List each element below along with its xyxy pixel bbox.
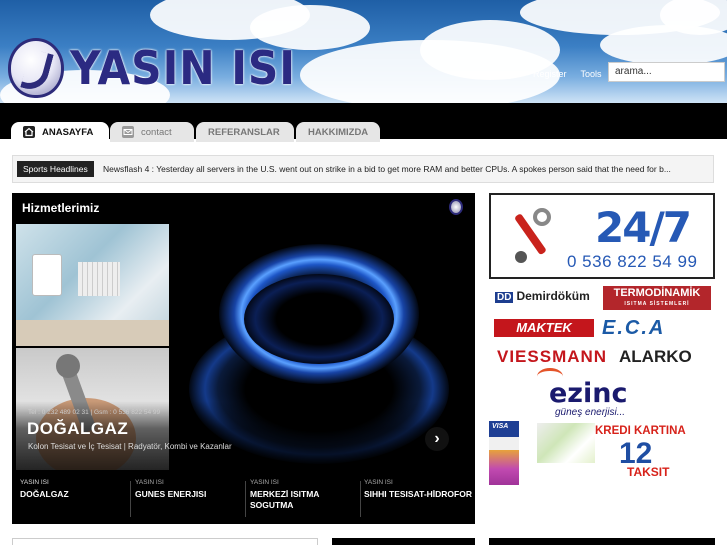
site-logo[interactable]: YASIN ISI	[8, 38, 316, 98]
site-header: YASIN ISI Login Register Tools arama...	[0, 0, 727, 103]
next-slide-button[interactable]: ›	[425, 427, 449, 451]
slide-title: MERKEZİ ISITMA SOGUTMA	[250, 489, 320, 510]
credit-line3: TAKSIT	[627, 465, 670, 479]
tab-label: contact	[141, 126, 172, 138]
demirdokum-mark-icon: DD	[495, 292, 514, 303]
burner-center	[244, 274, 394, 364]
brand-demirdokum[interactable]: DD Demirdöküm	[495, 289, 590, 303]
slide-title: SIHHI TESISAT-HİDROFOR	[364, 489, 472, 499]
slide-tab-sihhi[interactable]: YASIN ISI SIHHI TESISAT-HİDROFOR	[364, 479, 474, 500]
thumb-floor	[16, 320, 169, 346]
product-image	[537, 423, 595, 463]
brand-termodinamik[interactable]: TERMODİNAMİK ISITMA SİSTEMLERİ	[603, 286, 711, 310]
slider-title: Hizmetlerimiz	[22, 201, 100, 215]
caption-phones: Tel : 0 232 489 02 31 | Gsm : 0 536 822 …	[28, 409, 161, 416]
slide-tab-dogalgaz[interactable]: YASIN ISI DOĞALGAZ	[20, 479, 130, 500]
tab-contact[interactable]: contact	[110, 122, 194, 142]
visa-label: VISA	[492, 423, 509, 430]
credit-line1: KREDI KARTINA	[595, 425, 686, 437]
bottom-box-left	[12, 538, 318, 545]
slide-title: DOĞALGAZ	[20, 489, 69, 499]
tab-label: REFERANSLAR	[208, 126, 280, 138]
top-links: Login Register Tools	[497, 69, 602, 79]
divider	[245, 481, 246, 517]
tab-label: ANASAYFA	[42, 126, 94, 138]
tab-referanslar[interactable]: REFERANSLAR	[196, 122, 294, 142]
news-ticker: Sports Headlines Newsflash 4 : Yesterday…	[12, 155, 714, 183]
brand-logos: DD Demirdöküm TERMODİNAMİK ISITMA SİSTEML…	[489, 283, 715, 431]
boiler-shape	[32, 254, 62, 296]
tab-anasayfa[interactable]: ANASAYFA	[11, 122, 109, 142]
thumbnail-boiler[interactable]	[16, 224, 169, 346]
tab-hakkimizda[interactable]: HAKKIMIZDA	[296, 122, 380, 142]
credit-card-banner[interactable]: VISA KREDI KARTINA 12 TAKSIT	[489, 421, 715, 486]
caption-title: DOĞALGAZ	[27, 419, 129, 438]
register-link[interactable]: Register	[533, 69, 567, 79]
caption-subtitle: Kolon Tesisat ve İç Tesisat | Radyatör, …	[28, 442, 232, 451]
tools-link[interactable]: Tools	[581, 69, 602, 79]
mail-icon	[122, 126, 134, 138]
brand-maktek[interactable]: MAKTEK	[494, 319, 594, 337]
bottom-box-right	[489, 538, 715, 545]
slide-brand: YASIN ISI	[135, 479, 164, 486]
chevron-right-icon: ›	[434, 430, 440, 447]
divider	[130, 481, 131, 517]
slide-tab-merkezi[interactable]: YASIN ISI MERKEZİ ISITMA SOGUTMA	[250, 479, 360, 511]
phone-number: 0 536 822 54 99	[567, 252, 698, 271]
radiator-shape	[78, 262, 120, 296]
ticker-text[interactable]: Newsflash 4 : Yesterday all servers in t…	[103, 164, 671, 174]
brand-sublabel: ISITMA SİSTEMLERİ	[624, 301, 690, 307]
slide-brand: YASIN ISI	[364, 479, 393, 486]
logo-badge-icon	[449, 199, 463, 215]
divider	[360, 481, 361, 517]
logo-emblem-icon	[8, 38, 64, 98]
wrench-icon	[515, 208, 551, 263]
home-icon	[23, 126, 35, 138]
bottom-box-middle	[332, 538, 475, 545]
services-slider: Hizmetlerimiz Tel : 0 232 489 02 31 | Gs…	[12, 193, 475, 524]
brand-viessmann[interactable]: VIESSMANN	[497, 347, 607, 367]
slide-brand: YASIN ISI	[20, 479, 49, 486]
credit-cards-icon: VISA	[489, 421, 519, 485]
slide-tab-gunes[interactable]: YASIN ISI GUNES ENERJISI	[135, 479, 245, 500]
brand-ezinc[interactable]: ezinc	[549, 378, 628, 409]
search-input[interactable]: arama...	[608, 62, 725, 82]
slide-selector: YASIN ISI DOĞALGAZ YASIN ISI GUNES ENERJ…	[12, 475, 475, 521]
logo-text: YASIN ISI	[70, 41, 296, 95]
login-link[interactable]: Login	[497, 69, 519, 79]
slide-brand: YASIN ISI	[250, 479, 279, 486]
brand-ezinc-tagline: güneş enerjisi...	[555, 407, 626, 418]
banner-24-7[interactable]: 24/7 0 536 822 54 99	[489, 193, 715, 279]
ticker-label: Sports Headlines	[17, 161, 94, 177]
brand-label: TERMODİNAMİK	[613, 287, 701, 299]
brand-alarko[interactable]: ALARKO	[619, 347, 692, 367]
badge-247: 24/7	[595, 203, 692, 252]
brand-label: Demirdöküm	[516, 289, 590, 303]
slide-title: GUNES ENERJISI	[135, 489, 207, 499]
tab-label: HAKKIMIZDA	[308, 126, 369, 138]
brand-eca[interactable]: E.C.A	[602, 317, 665, 340]
